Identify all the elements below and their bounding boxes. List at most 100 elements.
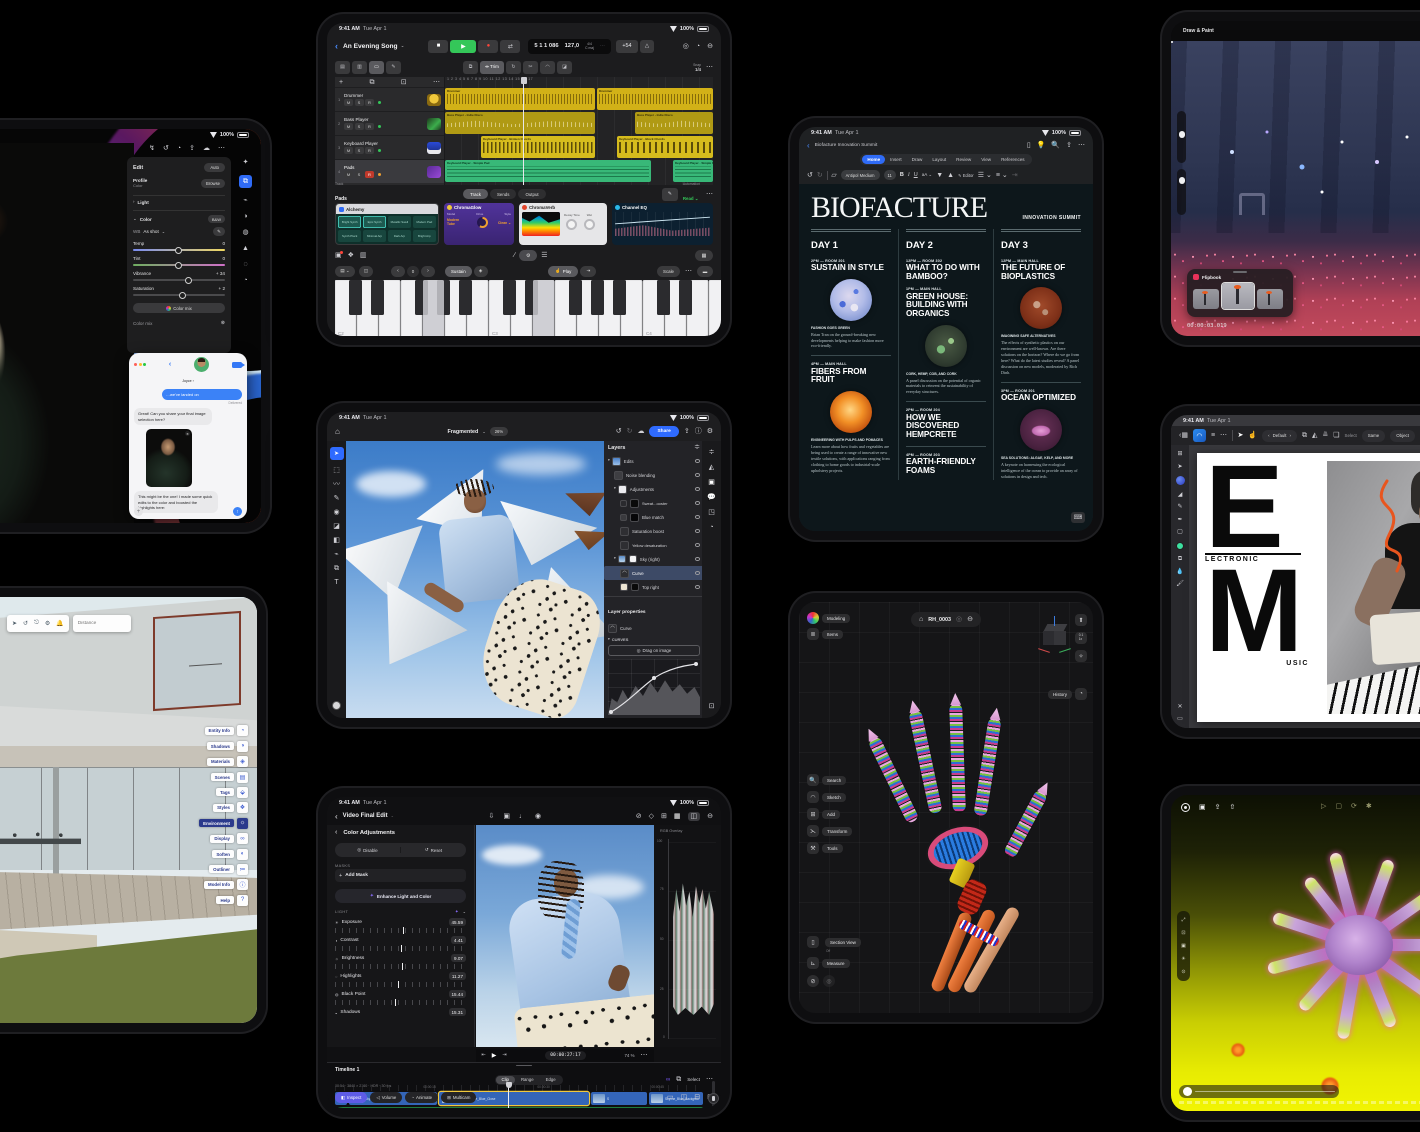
preset-tile[interactable]: Bright Synth [338, 216, 361, 228]
vertical-zoom-slider[interactable] [712, 1081, 715, 1108]
brush-tool-icon[interactable]: 🖌 [1176, 581, 1184, 587]
layers-panel-icon[interactable]: ▣ [708, 479, 715, 486]
window-close-dot[interactable] [134, 363, 137, 366]
eye-icon[interactable] [695, 459, 700, 463]
browser-view-button[interactable]: ▤ [335, 61, 350, 74]
sketch-tool-icon[interactable]: ◠ [807, 791, 819, 803]
cloud-icon[interactable]: ☁ [203, 145, 210, 152]
plugin-channeleq[interactable]: Channel EQ [612, 203, 713, 245]
comments-panel-icon[interactable]: 💬 [707, 494, 716, 501]
align-icon[interactable]: ≞ [1322, 432, 1328, 439]
slider-knob[interactable] [1179, 131, 1185, 138]
kb-split-button[interactable]: ◫ [359, 266, 373, 277]
trash-tool-icon[interactable]: ▭ [1177, 716, 1183, 722]
range-tab[interactable]: Range [515, 1076, 540, 1084]
light-icon[interactable]: ☀ [1181, 956, 1185, 962]
eye-icon[interactable] [695, 571, 700, 575]
layer-row-adjustments[interactable]: ▾Adjustments [604, 482, 704, 496]
share-button[interactable]: Share [649, 426, 678, 437]
undo-icon[interactable]: ↺ [807, 172, 813, 179]
fill-color-icon[interactable] [1176, 542, 1184, 550]
mixer-view-button[interactable]: ▥ [352, 61, 367, 74]
preset-tile[interactable]: Epic Synth [363, 216, 386, 228]
undo-icon[interactable]: ↺ [163, 145, 169, 152]
orientation-icon[interactable]: ⬆ [1075, 614, 1087, 626]
brush-size-slider[interactable] [1177, 111, 1186, 163]
undo-icon[interactable]: ↺ [23, 620, 28, 627]
overwrite-icon[interactable]: ⧉ [676, 1076, 681, 1083]
track-header-keyboard[interactable]: 3 Keyboard PlayerMSR [335, 135, 444, 159]
distance-field[interactable] [73, 615, 131, 632]
collapse-icon[interactable]: ⊖ [967, 616, 973, 623]
eraser-tool-icon[interactable]: ◪ [333, 523, 340, 530]
plugin-alchemy[interactable]: Alchemy Bright Synth Epic Synth Metallic… [335, 203, 439, 245]
move-tool-icon[interactable]: ➤ [1238, 432, 1244, 439]
home-icon[interactable]: ⌂ [335, 428, 340, 436]
history-clock-icon[interactable]: ◔ [1075, 688, 1087, 700]
playbar-track[interactable] [1195, 1091, 1335, 1093]
eye-icon[interactable] [695, 557, 700, 561]
snap-icon[interactable]: ✧ [1075, 650, 1087, 662]
tab-layout[interactable]: Layout [927, 155, 951, 164]
record-button[interactable]: ● [478, 40, 498, 53]
eye-icon[interactable] [695, 473, 700, 477]
layer-row-blue-match[interactable]: Blue match [604, 510, 704, 524]
compose-plus-button[interactable]: + [134, 507, 143, 516]
solo-button[interactable]: S [355, 147, 364, 154]
color-chip[interactable] [332, 701, 341, 710]
track-header-pads[interactable]: 4 PadsMSR [335, 159, 444, 183]
minimize-icon[interactable]: ⊖ [707, 43, 713, 50]
tags-button[interactable]: Tags⬙ [128, 787, 248, 798]
kb-mini-map[interactable]: ▤ ⌄ [335, 266, 355, 277]
tab-sends[interactable]: Sends [490, 189, 516, 199]
flipbook-frame-1[interactable] [1193, 289, 1219, 309]
auto-sparkle-icon[interactable]: ✦ [455, 909, 459, 915]
volume-button[interactable]: ◁Volume [370, 1092, 402, 1103]
solo-button[interactable]: S [355, 123, 364, 130]
object-button[interactable]: Object [1390, 430, 1415, 442]
notifications-bell-icon[interactable]: 🔔 [56, 620, 63, 627]
record-enable-button[interactable]: R [365, 147, 374, 154]
share-icon[interactable]: ⇪ [189, 145, 195, 152]
curves-graph[interactable] [608, 659, 700, 715]
info-icon[interactable]: ⓘ [695, 428, 702, 435]
tab-references[interactable]: References [996, 155, 1030, 164]
play-icon[interactable]: ▷ [1321, 803, 1326, 810]
pencil-button[interactable]: ✎ [386, 61, 401, 74]
list-icon[interactable]: ≡ ⌄ [996, 172, 1008, 179]
outliner-button[interactable]: Outliner≔ [128, 864, 248, 875]
tab-home[interactable]: Home [862, 155, 885, 164]
settings-icon[interactable]: ◔ [696, 43, 700, 50]
stop-button[interactable]: ■ [428, 40, 448, 53]
timeline-name[interactable]: Timeline 1 [335, 1067, 391, 1073]
doc-name[interactable]: Fragmented [447, 429, 478, 435]
back-icon[interactable]: ‹ [335, 41, 338, 51]
same-button[interactable]: Same [1362, 430, 1385, 442]
octave-up-button[interactable]: › [421, 266, 435, 277]
more-icon[interactable]: ⋯ [1078, 142, 1085, 149]
text-effects-button[interactable]: aA ⌄ [922, 172, 933, 178]
crop-tool-icon[interactable]: ⧉ [1178, 556, 1182, 562]
snap-setting[interactable]: Snap1/4 [693, 63, 701, 72]
export-icon[interactable]: ⇪ [684, 428, 690, 435]
cycle-button[interactable]: ⇄ [500, 40, 520, 53]
layer-props-curve-row[interactable]: ◠Curve [604, 621, 704, 635]
align-icon[interactable]: ☰ ⌄ [978, 172, 992, 179]
slider-knob[interactable] [175, 247, 182, 254]
italic-button[interactable]: I [908, 172, 910, 178]
redo-icon[interactable]: ↻ [817, 172, 823, 179]
lr-slider-vibrance[interactable]: Vibrance+ 34 [133, 271, 225, 281]
lcd-display[interactable]: 5 1 1 086 127,0 4/4C maj ··· [528, 39, 611, 54]
slider-knob[interactable] [179, 292, 186, 299]
share-icon[interactable]: ⇧ [1230, 804, 1236, 811]
snapping-icon[interactable]: ◇ [649, 813, 654, 820]
bar-ruler[interactable]: 1 2 3 4 5 6 7 8 9 10 11 12 13 14 15 16 1… [445, 77, 713, 87]
lr-auto-button[interactable]: Auto [204, 163, 225, 172]
tab-view[interactable]: View [976, 155, 996, 164]
distance-input[interactable] [78, 621, 126, 626]
soften-button[interactable]: Soften◐ [128, 849, 248, 860]
track-header-bass[interactable]: 2 Bass PlayerMSR [335, 111, 444, 135]
healing-tool-icon[interactable]: ⌁ [334, 551, 338, 558]
mute-button[interactable]: M [344, 147, 353, 154]
transform-tool-icon[interactable]: ⬚ [333, 467, 340, 474]
